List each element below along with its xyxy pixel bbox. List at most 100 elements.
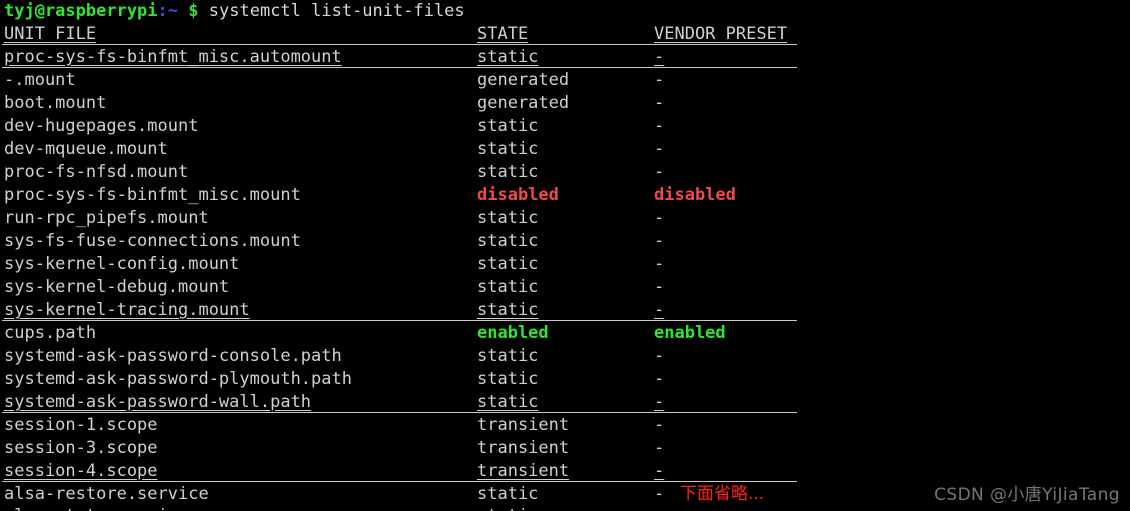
cell-state: transient — [477, 415, 570, 435]
cell-unit-file: alsa-state.service — [4, 505, 188, 511]
cell-vendor-preset: - — [654, 300, 665, 320]
table-row: sys-kernel-debug.mount static - — [0, 276, 1130, 299]
cell-state: static — [477, 300, 539, 320]
table-row: run-rpc_pipefs.mount static - — [0, 207, 1130, 230]
cell-unit-file: proc-sys-fs-binfmt_misc.mount — [4, 185, 301, 205]
table-row: dev-hugepages.mount static - — [0, 115, 1130, 138]
cell-unit-file: proc-fs-nfsd.mount — [4, 162, 189, 182]
cell-state: enabled — [477, 323, 549, 343]
shell-prompt-line: tyj@raspberrypi:~ $ systemctl list-unit-… — [4, 0, 465, 23]
cell-state: transient — [477, 461, 570, 481]
prompt-space-2 — [199, 0, 209, 23]
cell-vendor-preset: enabled — [654, 323, 726, 343]
cell-state: static — [477, 254, 539, 274]
cell-state: static — [477, 139, 539, 159]
table-row: proc-fs-nfsd.mount static - — [0, 161, 1130, 184]
cell-unit-file: systemd-ask-password-console.path — [4, 346, 342, 366]
cell-vendor-preset: - — [654, 162, 665, 182]
annotation-note: 下面省略... — [680, 484, 765, 504]
table-row: sys-kernel-config.mount static - — [0, 253, 1130, 276]
cell-vendor-preset: - — [654, 70, 665, 90]
cell-state: static — [477, 392, 539, 412]
prompt-symbol: $ — [188, 1, 199, 21]
terminal-window[interactable]: tyj@raspberrypi:~ $ systemctl list-unit-… — [0, 0, 1130, 511]
cell-vendor-preset: - — [654, 505, 664, 511]
cell-unit-file: run-rpc_pipefs.mount — [4, 208, 209, 228]
group-separator-rule — [2, 412, 797, 413]
table-row: dev-mqueue.mount static - — [0, 138, 1130, 161]
prompt-separator: : — [157, 1, 168, 21]
cell-unit-file: session-1.scope — [4, 415, 158, 435]
cell-state: static — [477, 116, 539, 136]
cell-unit-file: proc-sys-fs-binfmt_misc.automount — [4, 47, 342, 67]
header-vendor-preset: VENDOR PRESET — [654, 24, 788, 44]
header-separator-rule — [2, 44, 797, 45]
prompt-user-host: tyj@raspberrypi — [4, 1, 158, 21]
cell-vendor-preset: - — [654, 415, 665, 435]
header-state: STATE — [477, 24, 529, 44]
cell-vendor-preset: - — [654, 438, 665, 458]
cell-state: static — [477, 346, 539, 366]
cell-vendor-preset: - — [654, 369, 665, 389]
cell-vendor-preset: - — [654, 231, 665, 251]
cell-state: static — [477, 47, 539, 67]
cell-unit-file: -.mount — [4, 70, 76, 90]
cell-state: static — [477, 208, 539, 228]
table-row: session-1.scope transient - — [0, 414, 1130, 437]
cell-unit-file: sys-fs-fuse-connections.mount — [4, 231, 301, 251]
table-row: sys-fs-fuse-connections.mount static - — [0, 230, 1130, 253]
cell-state: disabled — [477, 185, 559, 205]
table-row: systemd-ask-password-wall.path static - — [0, 391, 1130, 414]
cell-state: generated — [477, 70, 570, 90]
cell-vendor-preset: - — [654, 254, 665, 274]
cell-state: static — [477, 162, 539, 182]
header-unit-file: UNIT FILE — [4, 24, 97, 44]
cell-vendor-preset: - — [654, 277, 665, 297]
table-row: systemd-ask-password-plymouth.path static… — [0, 368, 1130, 391]
cell-unit-file: boot.mount — [4, 93, 107, 113]
group-separator-rule — [2, 320, 797, 321]
cell-state: generated — [477, 93, 570, 113]
cell-vendor-preset: - — [654, 484, 665, 504]
table-row-clipped: alsa-state.service static - — [0, 505, 1130, 511]
table-header-row: UNIT FILE STATE VENDOR PRESET — [0, 23, 1130, 46]
cell-vendor-preset: - — [654, 93, 665, 113]
cell-unit-file: sys-kernel-config.mount — [4, 254, 240, 274]
table-row: systemd-ask-password-console.path static - — [0, 345, 1130, 368]
group-separator-rule — [2, 67, 797, 68]
table-row: sys-kernel-tracing.mount static - — [0, 299, 1130, 322]
cell-state: transient — [477, 438, 570, 458]
cell-vendor-preset: - — [654, 116, 665, 136]
cell-vendor-preset: - — [654, 47, 665, 67]
cell-vendor-preset: - — [654, 461, 665, 481]
cell-unit-file: session-4.scope — [4, 461, 158, 481]
cell-state: static — [477, 484, 539, 504]
cell-vendor-preset: - — [654, 392, 665, 412]
table-row: session-3.scope transient - — [0, 437, 1130, 460]
cell-state: static — [477, 231, 539, 251]
prompt-path: ~ — [167, 1, 179, 21]
cell-unit-file: systemd-ask-password-plymouth.path — [4, 369, 352, 389]
table-row: proc-sys-fs-binfmt_misc.mount disabled dis… — [0, 184, 1130, 207]
table-row: cups.path enabled enabled — [0, 322, 1130, 345]
cell-state: static — [477, 277, 539, 297]
table-row: proc-sys-fs-binfmt_misc.automount static - — [0, 46, 1130, 69]
cell-state: static — [477, 369, 539, 389]
cell-unit-file: session-3.scope — [4, 438, 158, 458]
cell-vendor-preset: - — [654, 139, 665, 159]
cell-unit-file: sys-kernel-debug.mount — [4, 277, 230, 297]
table-row: boot.mount generated - — [0, 92, 1130, 115]
cell-unit-file: alsa-restore.service — [4, 484, 209, 504]
cell-vendor-preset: - — [654, 208, 665, 228]
cell-vendor-preset: disabled — [654, 185, 736, 205]
cell-vendor-preset: - — [654, 346, 665, 366]
table-row: -.mount generated - — [0, 69, 1130, 92]
cell-unit-file: dev-mqueue.mount — [4, 139, 168, 159]
cell-unit-file: systemd-ask-password-wall.path — [4, 392, 312, 412]
watermark-label: CSDN @小唐YiJiaTang — [934, 485, 1120, 505]
command-text: systemctl list-unit-files — [208, 1, 465, 21]
cell-unit-file: cups.path — [4, 323, 97, 343]
prompt-space-1 — [178, 0, 188, 23]
cell-unit-file: sys-kernel-tracing.mount — [4, 300, 250, 320]
group-separator-rule — [2, 481, 797, 482]
